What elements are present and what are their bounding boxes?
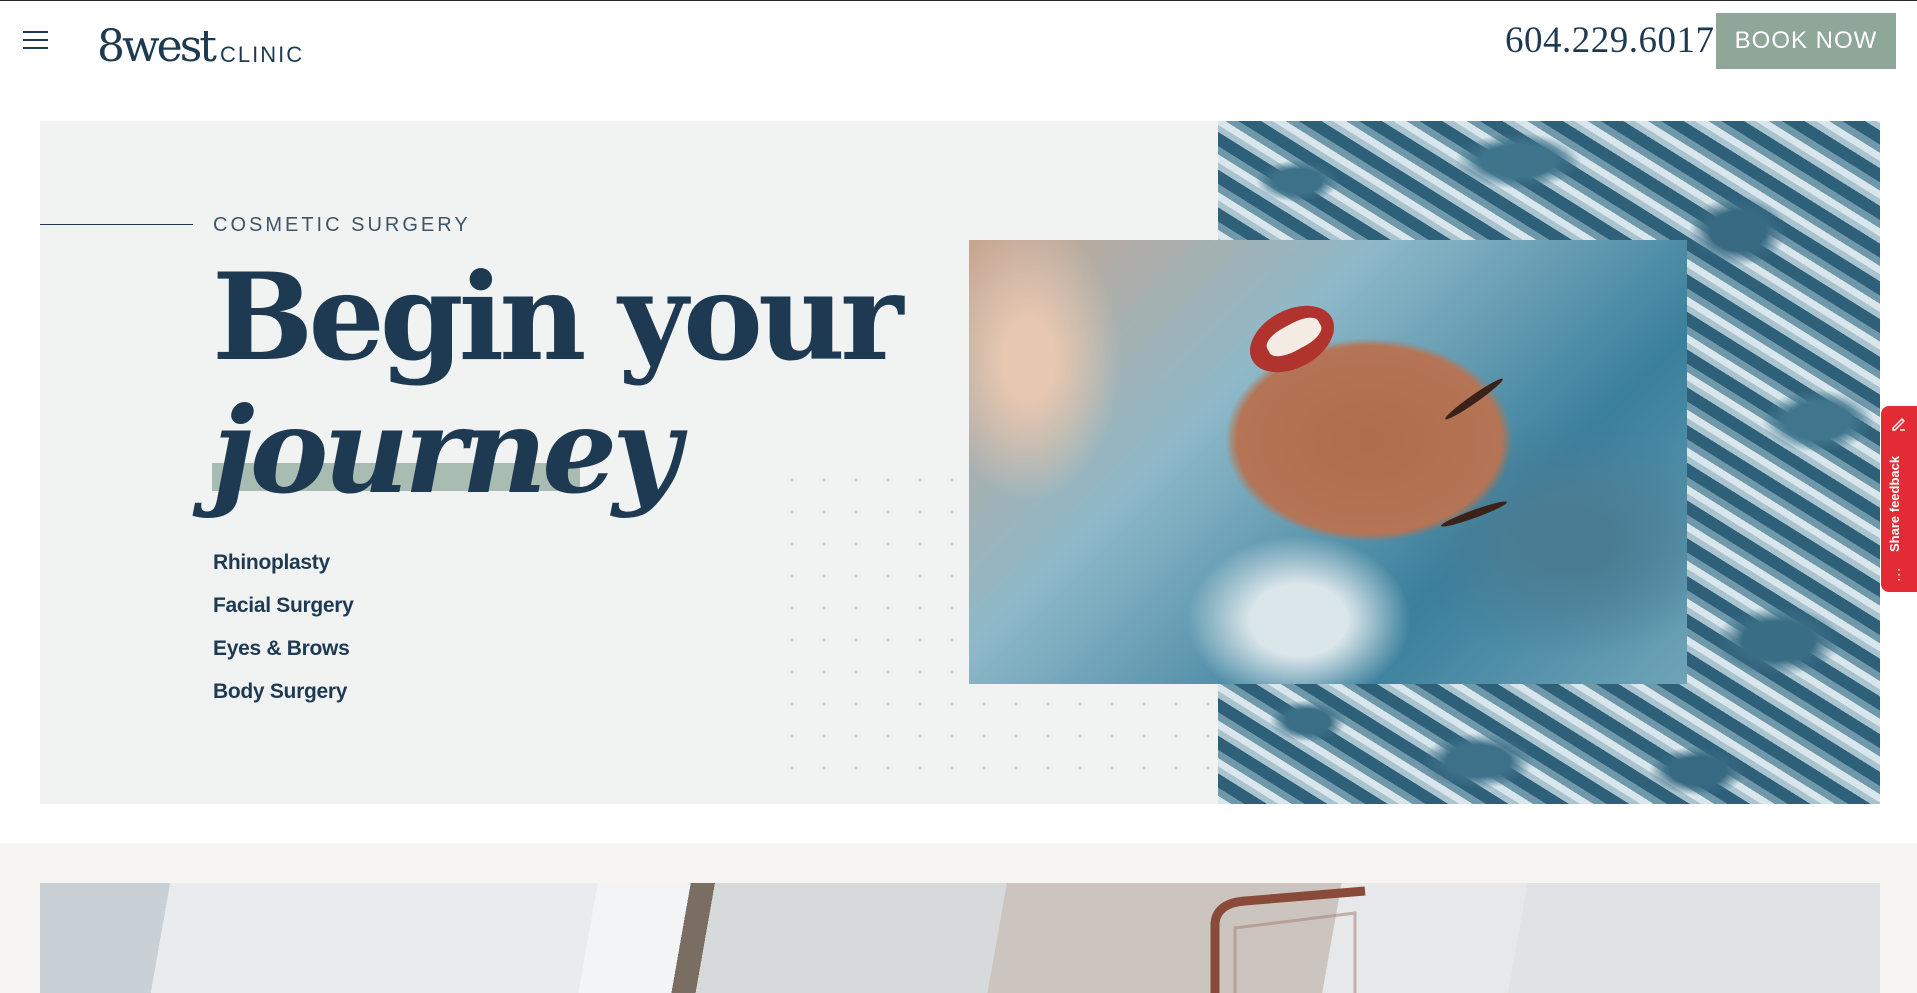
photo-eye (1443, 375, 1505, 423)
share-feedback-tab[interactable]: Share feedback ⋮ (1881, 406, 1917, 592)
service-link-facial-surgery[interactable]: Facial Surgery (213, 594, 354, 618)
site-header: 8west CLINIC 604.229.6017 BOOK NOW (0, 1, 1917, 83)
feedback-label: Share feedback (1887, 455, 1902, 552)
site-logo[interactable]: 8west CLINIC (97, 13, 304, 69)
service-link-eyes-brows[interactable]: Eyes & Brows (213, 637, 354, 661)
phone-link[interactable]: 604.229.6017 (1505, 19, 1715, 62)
service-links: Rhinoplasty Facial Surgery Eyes & Brows … (213, 551, 354, 723)
eyebrow-divider (40, 224, 193, 225)
hero-headline: Begin your journey (212, 247, 904, 517)
more-dots-icon: ⋮ (1892, 566, 1906, 582)
service-link-rhinoplasty[interactable]: Rhinoplasty (213, 551, 354, 575)
hero-section: COSMETIC SURGERY Begin your journey Rhin… (40, 121, 1880, 804)
headline-word: journey (212, 381, 681, 520)
hero-eyebrow: COSMETIC SURGERY (213, 214, 471, 236)
photo-eye (1439, 498, 1509, 530)
logo-mark: 8west (97, 21, 217, 72)
interior-photo (40, 883, 1880, 993)
service-link-body-surgery[interactable]: Body Surgery (213, 680, 354, 704)
pencil-icon (1892, 418, 1905, 431)
hamburger-menu-icon[interactable] (22, 29, 50, 51)
headline-line-2: journey (212, 385, 681, 517)
hero-face-photo (969, 240, 1687, 684)
headline-line-1: Begin your (212, 247, 904, 388)
lower-section (0, 843, 1917, 993)
stair-railing (1210, 886, 1366, 993)
logo-subtitle: CLINIC (219, 42, 305, 67)
book-now-button[interactable]: BOOK NOW (1716, 13, 1896, 69)
